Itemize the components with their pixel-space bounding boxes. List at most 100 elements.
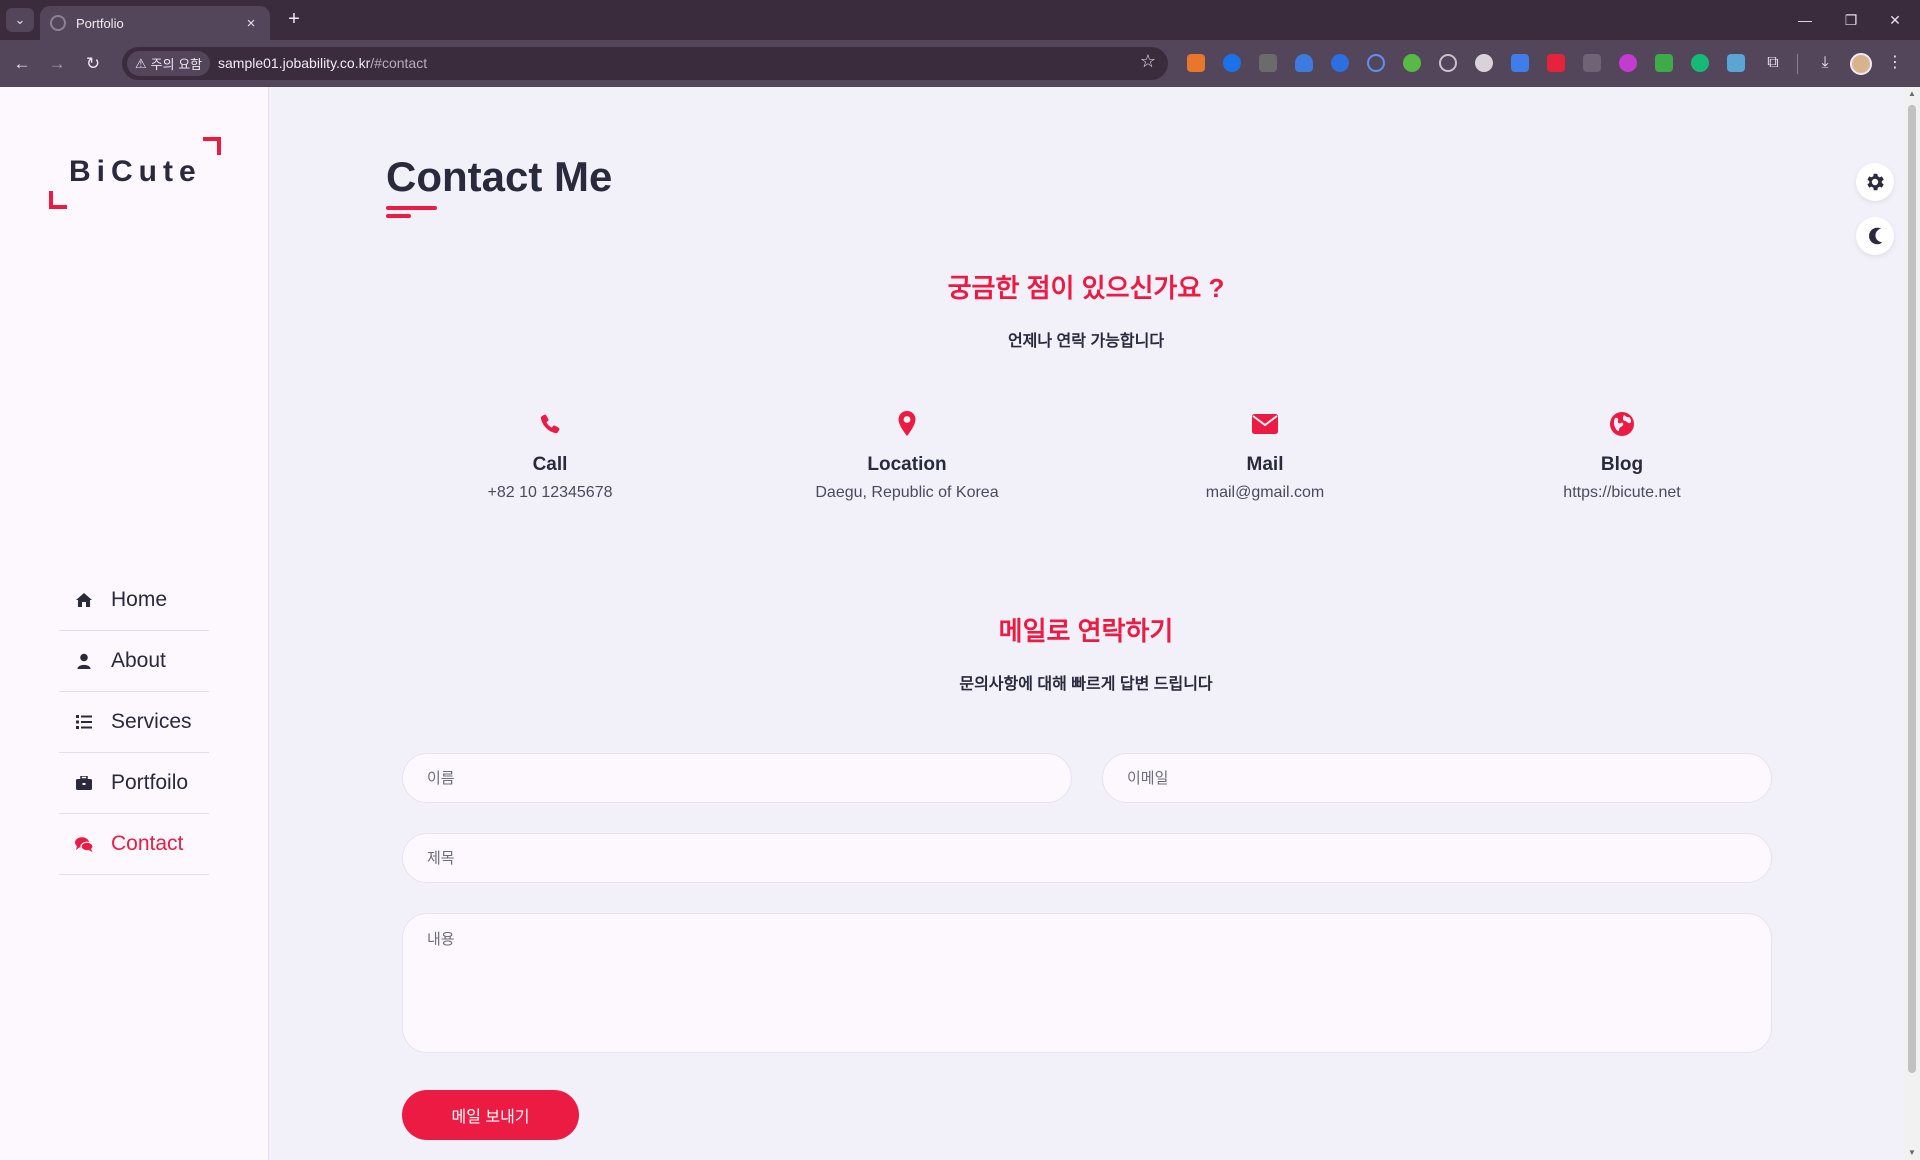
settings-button[interactable] (1856, 163, 1894, 201)
title-underline-short (386, 214, 411, 218)
scrollbar-thumb[interactable] (1908, 105, 1916, 1073)
sidebar-item-label: About (111, 649, 166, 672)
envelope-icon (1115, 408, 1415, 440)
extension-chat-icon[interactable] (1691, 54, 1709, 72)
comments-icon (74, 835, 94, 853)
scroll-up-arrow-icon[interactable]: ▲ (1907, 89, 1917, 99)
download-icon[interactable]: ⤓ (1814, 52, 1836, 74)
dark-mode-toggle[interactable] (1856, 217, 1894, 255)
phone-icon (400, 408, 700, 440)
extension-s-icon[interactable] (1259, 54, 1277, 72)
security-label: 주의 요함 (150, 57, 203, 72)
address-bar[interactable]: ⚠ 주의 요함 sample01.jobability.co.kr/#conta… (122, 47, 1168, 80)
sidebar-item-services[interactable]: Services (59, 692, 209, 753)
info-call: Call +82 10 12345678 (400, 408, 700, 502)
extension-zm-icon[interactable] (1331, 54, 1349, 72)
question-subtitle: 언제나 연락 가능합니다 (1007, 333, 1165, 350)
minimize-button[interactable]: — (1790, 8, 1820, 32)
map-marker-icon (757, 408, 1057, 440)
extension-translate-icon[interactable] (1727, 54, 1745, 72)
gear-icon (1867, 173, 1884, 191)
logo[interactable]: BiCute (49, 137, 221, 209)
info-call-value: +82 10 12345678 (487, 484, 613, 501)
logo-corner-bottom-left (49, 191, 67, 209)
extension-info-icon[interactable] (1223, 54, 1241, 72)
url-host: sample01.jobability.co.kr (218, 55, 371, 71)
briefcase-icon (74, 774, 94, 792)
browser-menu-icon[interactable]: ⋮ (1884, 52, 1906, 74)
sidebar-item-label: Contact (111, 832, 184, 855)
browser-toolbar: ← → ↻ ⚠ 주의 요함 sample01.jobability.co.kr/… (0, 40, 1920, 87)
logo-corner-top-right (203, 137, 221, 155)
moon-icon (1869, 227, 1883, 245)
extension-youtube-icon[interactable] (1547, 54, 1565, 72)
extension-rx-icon[interactable] (1187, 54, 1205, 72)
mail-subtitle: 문의사항에 대해 빠르게 답변 드립니다 (959, 676, 1213, 693)
info-mail-label: Mail (1246, 454, 1284, 475)
tab-favicon-icon (50, 15, 66, 31)
profile-avatar[interactable] (1850, 53, 1872, 75)
info-location: Location Daegu, Republic of Korea (757, 408, 1057, 502)
info-mail-value: mail@gmail.com (1205, 484, 1325, 501)
extension-play-icon[interactable] (1403, 54, 1421, 72)
logo-text: BiCute (69, 155, 202, 188)
sidebar: BiCute Home About Services Portfoilo Con… (0, 87, 269, 1160)
back-button[interactable]: ← (9, 51, 35, 77)
browser-tab-bar: ⌄ Portfolio × + — ❐ ✕ (0, 0, 1920, 40)
info-blog-label: Blog (1600, 454, 1644, 475)
scroll-down-arrow-icon[interactable]: ▼ (1907, 1148, 1917, 1158)
home-icon (74, 591, 94, 609)
sidebar-item-label: Services (111, 710, 192, 733)
tab-close-button[interactable]: × (242, 15, 260, 32)
contact-section: Contact Me 궁금한 점이 있으신가요 ? 언제나 연락 가능합니다 C… (270, 87, 1920, 1160)
warning-icon: ⚠ (135, 55, 147, 71)
message-field[interactable] (402, 913, 1772, 1053)
sidebar-menu: Home About Services Portfoilo Contact (59, 570, 209, 875)
browser-tab[interactable]: Portfolio × (40, 6, 270, 40)
url-text[interactable]: sample01.jobability.co.kr/#contact (218, 55, 427, 71)
sidebar-item-portfolio[interactable]: Portfoilo (59, 753, 209, 814)
extension-pen-icon[interactable] (1511, 54, 1529, 72)
send-mail-button[interactable]: 메일 보내기 (402, 1090, 579, 1140)
bookmark-star-icon[interactable]: ☆ (1140, 51, 1156, 72)
mail-heading: 메일로 연락하기 (998, 616, 1174, 646)
globe-icon (1472, 408, 1772, 440)
extension-link-icon[interactable] (1367, 54, 1385, 72)
question-heading: 궁금한 점이 있으신가요 ? (947, 273, 1225, 303)
extension-atom-icon[interactable] (1439, 54, 1457, 72)
security-indicator[interactable]: ⚠ 주의 요함 (127, 51, 211, 76)
info-mail: Mail mail@gmail.com (1115, 408, 1415, 502)
toolbar-divider (1797, 54, 1798, 74)
extension-drop-icon[interactable] (1295, 54, 1313, 72)
sidebar-item-label: Portfoilo (111, 771, 189, 794)
page-scrollbar[interactable]: ▲ ▼ (1904, 87, 1920, 1160)
tab-search-button[interactable]: ⌄ (6, 8, 34, 32)
sidebar-item-label: Home (111, 588, 168, 611)
extension-lo-icon[interactable] (1619, 54, 1637, 72)
restore-button[interactable]: ❐ (1836, 8, 1866, 32)
sidebar-item-home[interactable]: Home (59, 570, 209, 631)
extension-card-icon[interactable] (1655, 54, 1673, 72)
info-location-label: Location (867, 454, 947, 475)
list-icon (74, 713, 94, 731)
info-call-label: Call (532, 454, 568, 475)
new-tab-button[interactable]: + (282, 8, 306, 32)
forward-button[interactable]: → (44, 51, 70, 77)
extension-ci-icon[interactable] (1583, 54, 1601, 72)
info-location-value: Daegu, Republic of Korea (815, 484, 999, 501)
email-field[interactable] (1102, 753, 1772, 803)
extensions-puzzle-icon[interactable]: ⧉ (1762, 52, 1784, 74)
sidebar-item-about[interactable]: About (59, 631, 209, 692)
user-icon (74, 652, 94, 670)
sidebar-item-contact[interactable]: Contact (59, 814, 209, 875)
info-blog-value[interactable]: https://bicute.net (1472, 484, 1772, 502)
tab-title: Portfolio (76, 15, 124, 31)
extension-gear-icon[interactable] (1475, 54, 1493, 72)
page-title: Contact Me (386, 153, 613, 200)
reload-button[interactable]: ↻ (80, 51, 106, 77)
name-field[interactable] (402, 753, 1072, 803)
subject-field[interactable] (402, 833, 1772, 883)
info-blog: Blog https://bicute.net (1472, 408, 1772, 502)
close-window-button[interactable]: ✕ (1880, 8, 1910, 32)
title-underline (386, 206, 437, 210)
